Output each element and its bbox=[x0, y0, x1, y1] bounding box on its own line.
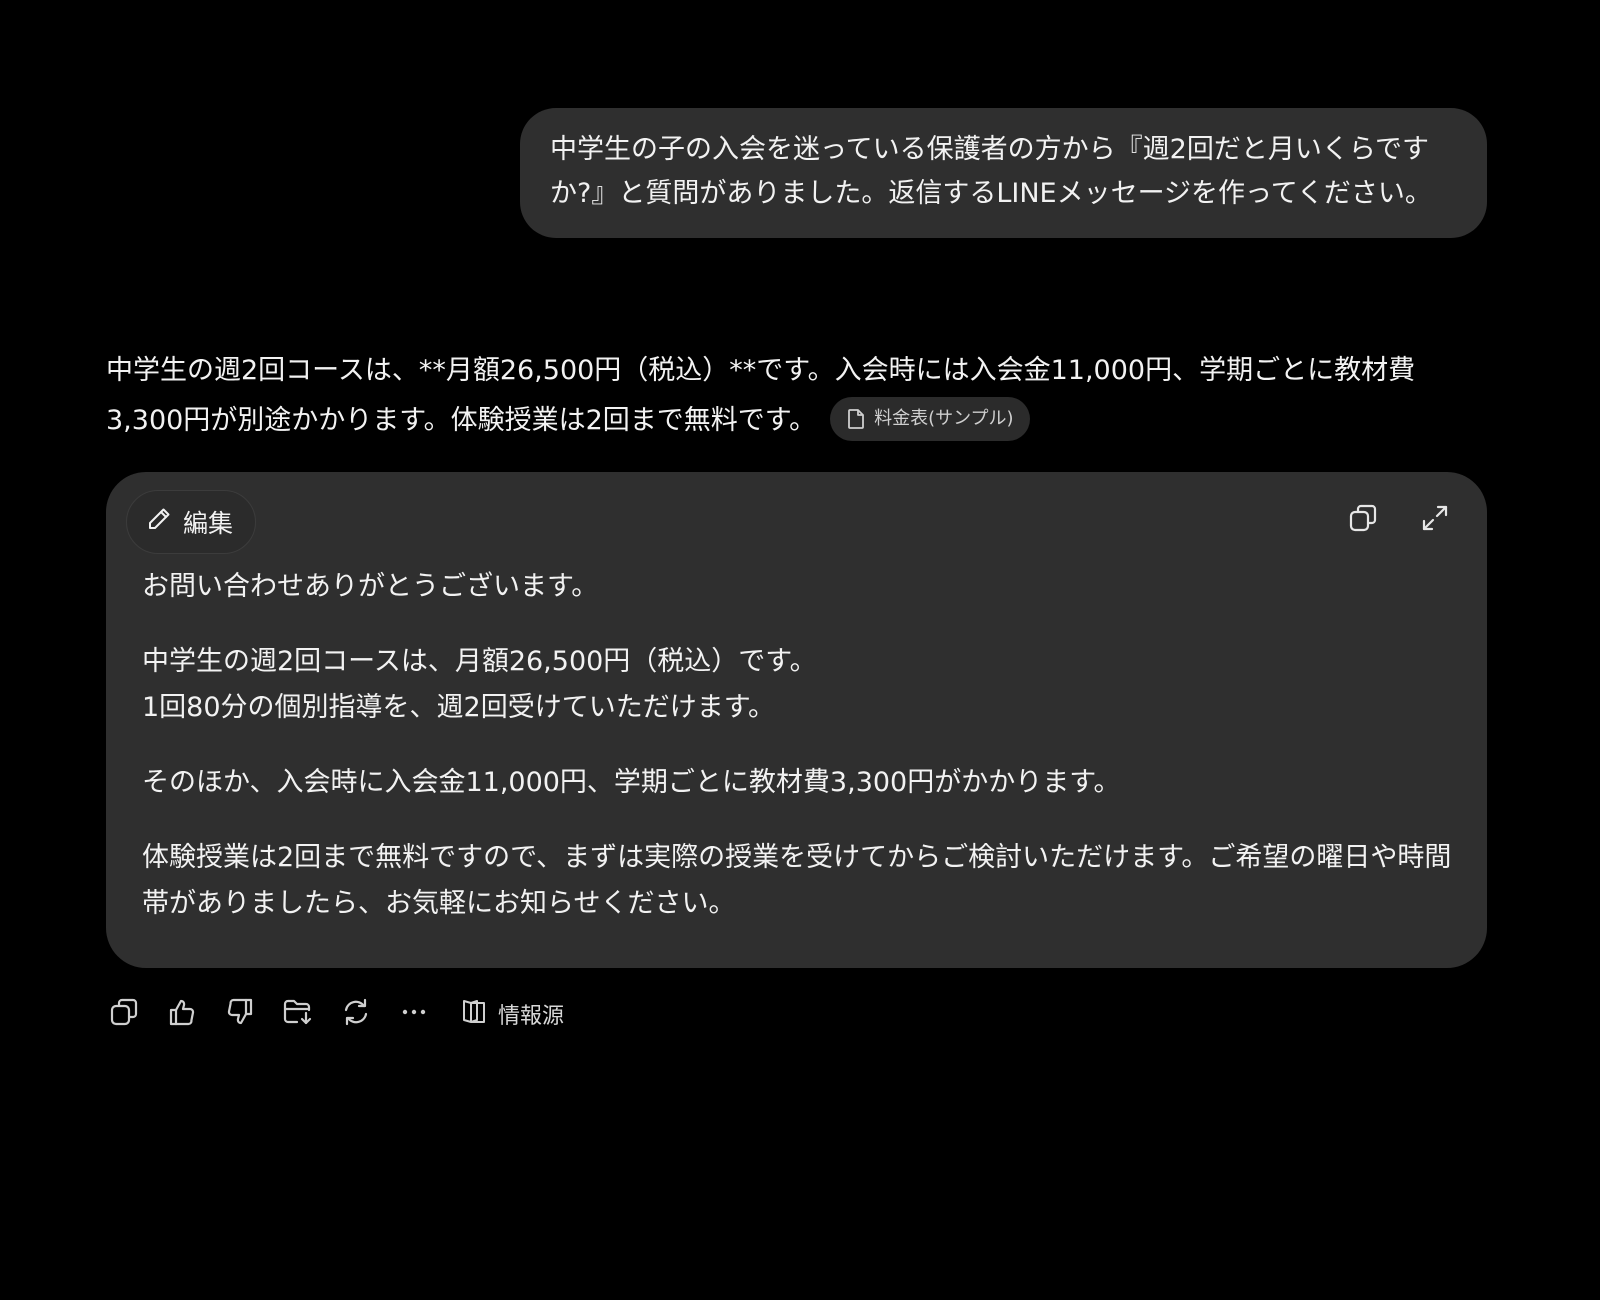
assistant-response-intro: 中学生の週2回コースは、**月額26,500円（税込）**です。入会時には入会金… bbox=[106, 346, 1491, 446]
canvas-copy-button[interactable] bbox=[1345, 502, 1381, 538]
book-open-icon bbox=[460, 996, 490, 1032]
user-message-bubble: 中学生の子の入会を迷っている保護者の方から『週2回だと月いくらですか?』と質問が… bbox=[520, 108, 1487, 238]
canvas-toolbar bbox=[1345, 502, 1453, 538]
copy-icon bbox=[1347, 502, 1379, 538]
folder-download-icon bbox=[281, 996, 315, 1032]
edit-button[interactable]: 編集 bbox=[126, 490, 257, 554]
regenerate-button[interactable] bbox=[338, 996, 374, 1032]
thumbs-up-button[interactable] bbox=[164, 996, 200, 1032]
canvas-paragraph: 体験授業は2回まで無料ですので、まずは実際の授業を受けてからご検討いただけます。… bbox=[142, 835, 1452, 927]
more-options-button[interactable] bbox=[396, 996, 432, 1032]
canvas-message-body[interactable]: お問い合わせありがとうございます。 中学生の週2回コースは、月額26,500円（… bbox=[142, 564, 1452, 956]
thumbs-down-icon bbox=[224, 996, 256, 1032]
expand-icon bbox=[1419, 502, 1451, 538]
regenerate-icon bbox=[340, 996, 372, 1032]
canvas-line: 1回80分の個別指導を、週2回受けていただけます。 bbox=[142, 692, 776, 723]
response-action-bar: 情報源 bbox=[106, 994, 564, 1034]
source-chip-label: 料金表(サンプル) bbox=[874, 407, 1014, 429]
thumbs-up-icon bbox=[166, 996, 198, 1032]
message-canvas-card: 編集 お問い合わせありがとうございます。 中学生の週2回コースは、月額26,50… bbox=[106, 472, 1487, 968]
copy-button[interactable] bbox=[106, 996, 142, 1032]
canvas-line: 体験授業は2回まで無料ですので、まずは実際の授業を受けてからご検討いただけます。… bbox=[142, 842, 1452, 919]
edit-button-label: 編集 bbox=[183, 509, 234, 538]
save-to-folder-button[interactable] bbox=[280, 996, 316, 1032]
canvas-paragraph: そのほか、入会時に入会金11,000円、学期ごとに教材費3,300円がかかります… bbox=[142, 760, 1452, 806]
document-icon bbox=[846, 408, 866, 430]
canvas-expand-button[interactable] bbox=[1417, 502, 1453, 538]
canvas-line: そのほか、入会時に入会金11,000円、学期ごとに教材費3,300円がかかります… bbox=[142, 767, 1121, 798]
sources-button[interactable]: 情報源 bbox=[460, 996, 564, 1032]
canvas-line: 中学生の週2回コースは、月額26,500円（税込）です。 bbox=[142, 646, 817, 677]
assistant-intro-text: 中学生の週2回コースは、**月額26,500円（税込）**です。入会時には入会金… bbox=[106, 355, 1416, 436]
user-message-text: 中学生の子の入会を迷っている保護者の方から『週2回だと月いくらですか?』と質問が… bbox=[550, 134, 1432, 209]
canvas-line: お問い合わせありがとうございます。 bbox=[142, 571, 599, 602]
canvas-paragraph: 中学生の週2回コースは、月額26,500円（税込）です。 1回80分の個別指導を、… bbox=[142, 639, 1452, 731]
more-dots-icon bbox=[398, 996, 430, 1032]
source-chip[interactable]: 料金表(サンプル) bbox=[830, 396, 1030, 441]
sources-label: 情報源 bbox=[498, 1004, 565, 1029]
canvas-paragraph: お問い合わせありがとうございます。 bbox=[142, 564, 1452, 610]
pencil-icon bbox=[145, 505, 173, 539]
thumbs-down-button[interactable] bbox=[222, 996, 258, 1032]
copy-icon bbox=[108, 996, 140, 1032]
